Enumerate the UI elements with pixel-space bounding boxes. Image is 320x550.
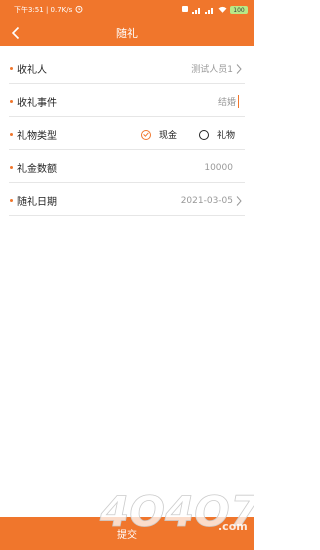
date-label: 随礼日期 bbox=[17, 197, 57, 208]
amount-input[interactable]: 10000 bbox=[204, 163, 233, 173]
alarm-icon bbox=[75, 5, 83, 15]
required-dot bbox=[10, 166, 13, 169]
app-header: 下午3:51 | 0.7K/s 100 随礼 bbox=[0, 0, 254, 46]
radio-gift-label: 礼物 bbox=[216, 131, 235, 141]
checked-radio-icon bbox=[140, 129, 151, 140]
status-right: 100 bbox=[181, 5, 248, 15]
event-row[interactable]: 收礼事件 结婚 bbox=[9, 87, 245, 117]
radio-cash[interactable]: 现金 bbox=[140, 128, 177, 141]
signal-icon-2 bbox=[205, 7, 215, 14]
amount-row[interactable]: 礼金数额 10000 bbox=[9, 153, 245, 183]
submit-button[interactable]: 提交 bbox=[0, 517, 254, 550]
sim-icon bbox=[181, 5, 189, 15]
signal-icon bbox=[192, 7, 202, 14]
battery-icon: 100 bbox=[230, 6, 248, 14]
gift-type-row: 礼物类型 现金 礼物 bbox=[9, 120, 245, 150]
status-time: 下午3:51 | 0.7K/s bbox=[14, 6, 73, 14]
date-row[interactable]: 随礼日期 2021-03-05 bbox=[9, 186, 245, 216]
recipient-row[interactable]: 收礼人 测试人员1 bbox=[9, 54, 245, 84]
radio-gift[interactable]: 礼物 bbox=[198, 128, 235, 141]
wifi-icon bbox=[218, 6, 227, 15]
chevron-right-icon bbox=[236, 196, 242, 206]
chevron-left-icon bbox=[11, 26, 20, 40]
radio-cash-label: 现金 bbox=[158, 131, 177, 141]
gift-form: 收礼人 测试人员1 收礼事件 结婚 礼物类型 现金 礼物 礼金数额 10000 bbox=[9, 54, 245, 219]
required-dot bbox=[10, 67, 13, 70]
back-button[interactable] bbox=[6, 23, 26, 43]
recipient-value: 测试人员1 bbox=[191, 65, 233, 75]
event-label: 收礼事件 bbox=[17, 98, 57, 109]
status-left: 下午3:51 | 0.7K/s bbox=[14, 5, 83, 15]
required-dot bbox=[10, 133, 13, 136]
nav-bar: 随礼 bbox=[0, 20, 254, 46]
event-input[interactable]: 结婚 bbox=[218, 95, 239, 108]
submit-label: 提交 bbox=[117, 530, 137, 541]
required-dot bbox=[10, 100, 13, 103]
page-title: 随礼 bbox=[116, 27, 138, 40]
status-bar: 下午3:51 | 0.7K/s 100 bbox=[0, 0, 254, 20]
chevron-right-icon bbox=[236, 64, 242, 74]
gift-type-radio-group: 现金 礼物 bbox=[140, 128, 235, 141]
unchecked-radio-icon bbox=[198, 129, 209, 140]
amount-label: 礼金数额 bbox=[17, 164, 57, 175]
date-value: 2021-03-05 bbox=[180, 195, 233, 206]
required-dot bbox=[10, 199, 13, 202]
recipient-label: 收礼人 bbox=[17, 65, 47, 76]
gift-type-label: 礼物类型 bbox=[17, 131, 57, 142]
